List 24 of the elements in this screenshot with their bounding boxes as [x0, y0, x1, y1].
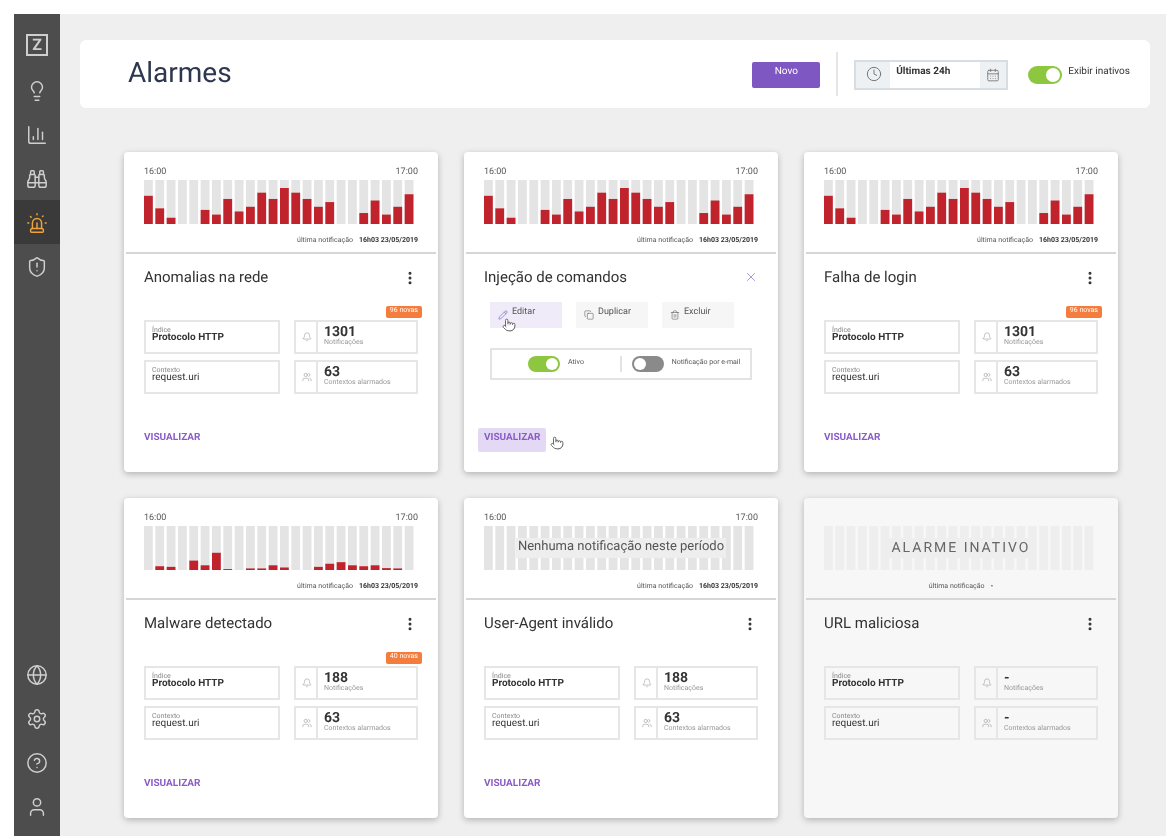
cursor-icon: [550, 436, 564, 450]
copy-icon: [584, 309, 594, 319]
siren-icon[interactable]: [14, 200, 60, 244]
people-icon: [301, 717, 311, 727]
page-title: Alarmes: [128, 55, 232, 93]
bell-icon: [641, 677, 651, 687]
trash-icon: [670, 309, 680, 319]
people-icon: [301, 371, 311, 381]
bell-icon: [981, 677, 991, 687]
people-icon: [981, 717, 991, 727]
bell-icon: [981, 331, 991, 341]
bell-icon: [301, 677, 311, 687]
pencil-icon: [498, 309, 508, 319]
logo[interactable]: Z: [26, 34, 48, 56]
cursor-icon: [502, 317, 516, 331]
calendar-icon: [986, 67, 1001, 81]
close-icon[interactable]: [744, 270, 758, 285]
clock-icon: [865, 66, 882, 82]
toggle-switch[interactable]: [528, 355, 561, 371]
bell-icon: [301, 331, 311, 341]
toggle-switch[interactable]: [631, 355, 664, 371]
people-icon: [641, 717, 651, 727]
toggle-switch[interactable]: [1028, 65, 1063, 83]
people-icon: [981, 371, 991, 381]
